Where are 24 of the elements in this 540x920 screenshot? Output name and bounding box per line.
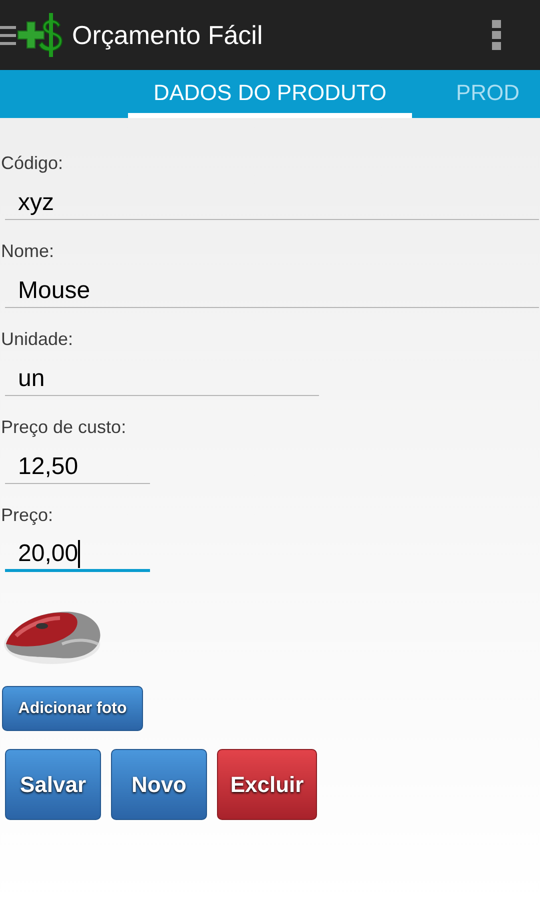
field-value: un [18, 364, 45, 394]
field-label: Preço de custo: [0, 416, 128, 438]
field-label: Nome: [0, 240, 56, 262]
field-value: Mouse [18, 276, 90, 306]
action-button[interactable]: Excluir [217, 749, 317, 820]
app-title: Orçamento Fácil [72, 18, 263, 52]
field-value: xyz [18, 188, 54, 218]
action-button[interactable]: Novo [111, 749, 207, 820]
text-field[interactable]: un [5, 362, 319, 396]
text-field[interactable]: Mouse [5, 274, 539, 308]
text-field[interactable]: 20,00 [5, 538, 150, 572]
field-value: 12,50 [18, 452, 78, 482]
text-cursor [78, 540, 80, 568]
field-label: Preço: [0, 504, 54, 526]
field-label: Unidade: [0, 328, 74, 350]
field-label: Código: [0, 152, 64, 174]
action-button[interactable]: Salvar [5, 749, 101, 820]
menu-icon[interactable] [0, 24, 16, 46]
add-photo-button[interactable]: Adicionar foto [2, 686, 143, 731]
text-field[interactable]: xyz [5, 186, 539, 220]
overflow-menu-icon[interactable] [492, 20, 502, 50]
tab[interactable]: DADOS DO PRODUTO [128, 70, 412, 118]
field-value: 20,00 [18, 538, 78, 568]
text-field[interactable]: 12,50 [5, 450, 150, 484]
